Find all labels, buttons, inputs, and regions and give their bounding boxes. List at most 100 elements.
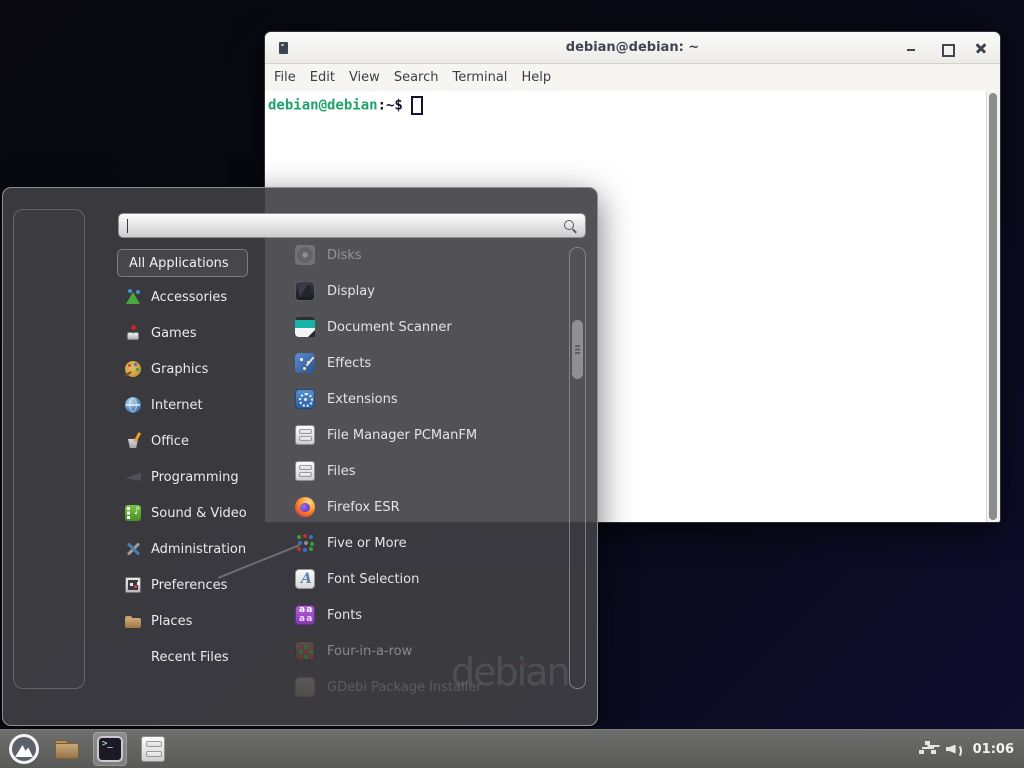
file-manager-launcher[interactable] (50, 732, 84, 766)
maximize-button[interactable] (939, 41, 953, 55)
fourinarow-icon (295, 641, 315, 661)
cabinet-icon (141, 736, 165, 762)
category-programming[interactable]: Programming (117, 459, 269, 495)
games-icon (125, 325, 141, 341)
terminal-menubar: FileEditViewSearchTerminalHelp (265, 64, 1000, 91)
logout-button[interactable] (33, 584, 65, 616)
app-document-scanner[interactable]: Document Scanner (281, 309, 565, 345)
app-list-scrollbar[interactable] (569, 247, 586, 689)
soundvideo-icon (125, 505, 141, 521)
category-graphics[interactable]: Graphics (117, 351, 269, 387)
category-accessories[interactable]: Accessories (117, 279, 269, 315)
terminal-menu-file[interactable]: File (267, 66, 303, 89)
app-files[interactable]: Files (281, 453, 565, 489)
programming-icon (125, 469, 141, 485)
taskbar: 01:06 (0, 729, 1024, 768)
administration-icon (125, 541, 141, 557)
favorite-file-manager[interactable] (33, 438, 65, 470)
no-icon (125, 649, 141, 665)
terminal-cursor (411, 96, 423, 115)
app-file-manager-pcmanfm[interactable]: File Manager PCManFM (281, 417, 565, 453)
favorites-panel (13, 209, 85, 689)
lock-screen-button[interactable] (33, 532, 65, 564)
terminal-menu-help[interactable]: Help (514, 66, 558, 89)
terminal-scrollbar-thumb[interactable] (989, 93, 997, 520)
favorite-terminal[interactable] (33, 386, 65, 418)
search-caret (127, 219, 128, 233)
category-office[interactable]: Office (117, 423, 269, 459)
category-sound-video[interactable]: Sound & Video (117, 495, 269, 531)
category-recent-files[interactable]: Recent Files (117, 639, 269, 675)
application-list: Disks Display Document Scanner Effects E… (281, 237, 565, 705)
app-font-selection[interactable]: Font Selection (281, 561, 565, 597)
prompt-path: :~$ (378, 98, 403, 114)
fonts-icon (295, 605, 315, 625)
category-games[interactable]: Games (117, 315, 269, 351)
app-gdebi-package-installer[interactable]: GDebi Package Installer (281, 669, 565, 705)
category-list: Accessories Games Graphics Internet Offi… (117, 279, 269, 675)
app-disks[interactable]: Disks (281, 237, 565, 273)
app-extensions[interactable]: Extensions (281, 381, 565, 417)
favorite-keyboard[interactable] (33, 282, 65, 314)
category-preferences[interactable]: Preferences (117, 567, 269, 603)
all-applications-button[interactable]: All Applications (117, 249, 248, 277)
terminal-task-button[interactable] (93, 732, 127, 766)
minimize-button[interactable] (904, 41, 918, 55)
preferences-icon (125, 577, 141, 593)
favorite-firefox[interactable] (33, 230, 65, 262)
terminal-menu-view[interactable]: View (342, 66, 387, 89)
effects-icon (295, 353, 315, 373)
category-administration[interactable]: Administration (117, 531, 269, 567)
network-tray-icon[interactable] (919, 741, 937, 757)
terminal-window-title: debian@debian: ~ (265, 32, 1000, 64)
favorites-group (33, 230, 65, 470)
terminal-menu-edit[interactable]: Edit (303, 66, 342, 89)
firefox-icon (295, 497, 315, 517)
search-input[interactable] (119, 214, 585, 237)
system-tray: 01:06 (919, 741, 1017, 757)
disks-icon (295, 245, 315, 265)
terminal-icon (97, 736, 123, 762)
office-icon (125, 433, 141, 449)
prompt-user: debian@debian (268, 98, 378, 114)
start-menu-button[interactable] (7, 732, 41, 766)
session-group (33, 532, 65, 668)
terminal-prompt: debian@debian:~$ (268, 96, 423, 115)
folder-icon (54, 736, 80, 762)
terminal-menu-search[interactable]: Search (387, 66, 446, 89)
taskbar-launchers (7, 732, 170, 766)
search-box (118, 213, 586, 238)
start-menu: All Applications Accessories Games Graph… (2, 187, 598, 726)
terminal-titlebar[interactable]: debian@debian: ~ (265, 32, 1000, 64)
app-firefox-esr[interactable]: Firefox ESR (281, 489, 565, 525)
category-places[interactable]: Places (117, 603, 269, 639)
accessories-icon (125, 289, 141, 305)
terminal-menu-terminal[interactable]: Terminal (445, 66, 514, 89)
cabinet-icon (295, 425, 315, 445)
app-fonts[interactable]: Fonts (281, 597, 565, 633)
internet-icon (125, 397, 141, 413)
menu-icon (9, 734, 39, 764)
close-button[interactable] (974, 41, 988, 55)
docscanner-icon (295, 317, 315, 337)
extensions-icon (295, 389, 315, 409)
taskbar-clock[interactable]: 01:06 (973, 742, 1014, 757)
shutdown-button[interactable] (33, 636, 65, 668)
files-launcher[interactable] (136, 732, 170, 766)
gdebi-icon (295, 677, 315, 697)
desktop: { "desktop": { "watermark": "debian" }, … (0, 0, 1024, 768)
search-icon (563, 219, 578, 234)
graphics-icon (125, 361, 141, 377)
app-four-in-a-row[interactable]: Four-in-a-row (281, 633, 565, 669)
app-display[interactable]: Display (281, 273, 565, 309)
fiveormore-icon (295, 533, 315, 553)
cabinet-icon (295, 461, 315, 481)
app-five-or-more[interactable]: Five or More (281, 525, 565, 561)
app-list-scrollbar-thumb[interactable] (572, 320, 583, 379)
category-internet[interactable]: Internet (117, 387, 269, 423)
volume-tray-icon[interactable] (946, 742, 964, 757)
places-icon (125, 613, 141, 629)
app-effects[interactable]: Effects (281, 345, 565, 381)
terminal-scrollbar[interactable] (986, 91, 1000, 522)
favorite-pidgin[interactable] (33, 334, 65, 366)
